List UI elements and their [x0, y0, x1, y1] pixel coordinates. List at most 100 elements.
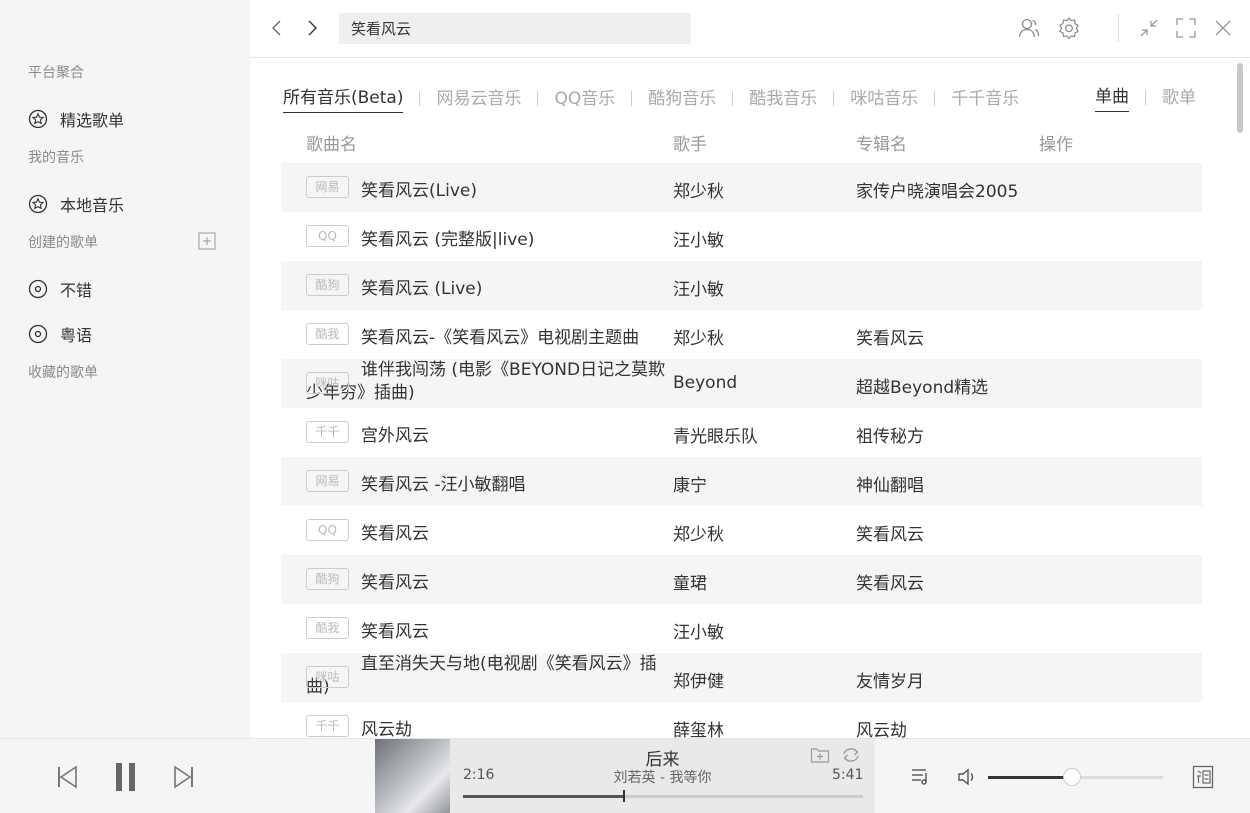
album-cell[interactable]: 超越Beyond精选: [856, 373, 988, 398]
artist-cell[interactable]: 汪小敏: [673, 275, 724, 300]
add-to-playlist-icon[interactable]: [810, 746, 830, 764]
tab-divider: [419, 90, 421, 106]
source-badge: 网易: [306, 470, 349, 492]
artist-cell[interactable]: 汪小敏: [673, 618, 724, 643]
minimize-icon[interactable]: [1137, 16, 1161, 40]
song-title-cell: 笑看风云: [361, 622, 429, 642]
next-track-icon[interactable]: [173, 765, 195, 789]
volume-fill: [988, 776, 1072, 779]
gear-icon[interactable]: [1057, 16, 1081, 40]
search-input[interactable]: [339, 13, 691, 44]
section-favorite: 收藏的歌单: [28, 365, 98, 381]
tab-kuwo[interactable]: 酷我音乐: [749, 84, 817, 113]
forward-arrow-icon[interactable]: [302, 18, 322, 38]
sidebar: 平台聚合 精选歌单 我的音乐 本地音乐 创建的歌单 不错 粤语 收藏的歌单: [0, 0, 250, 738]
album-cell[interactable]: 家传户晓演唱会2005: [856, 177, 1018, 202]
source-tabs: 所有音乐(Beta) 网易云音乐 QQ音乐 酷狗音乐 酷我音乐 咪咕音乐 千千音…: [283, 82, 1019, 114]
table-row[interactable]: 笑看风云 QQ 郑少秋 笑看风云: [281, 506, 1202, 555]
tab-qianqian[interactable]: 千千音乐: [951, 84, 1019, 113]
now-playing: 后来 刘若英 - 我等你 2:16 5:41: [375, 739, 875, 813]
song-title-cell: 笑看风云 (Live): [361, 279, 483, 299]
source-badge: 咪咕: [306, 666, 349, 688]
source-badge: 酷我: [306, 323, 349, 345]
artist-cell[interactable]: 汪小敏: [673, 226, 724, 251]
album-cover[interactable]: [375, 739, 450, 813]
artist-cell[interactable]: 郑少秋: [673, 520, 724, 545]
app-window: 平台聚合 精选歌单 我的音乐 本地音乐 创建的歌单 不错 粤语 收藏的歌单 笑看…: [0, 0, 1250, 813]
table-row[interactable]: 笑看风云-《笑看风云》电视剧主题曲 酷我 郑少秋 笑看风云: [281, 310, 1202, 359]
artist-cell[interactable]: 青光眼乐队: [673, 422, 758, 447]
table-row[interactable]: 笑看风云 酷狗 童珺 笑看风云: [281, 555, 1202, 604]
repeat-icon[interactable]: [841, 746, 861, 764]
progress-handle[interactable]: [623, 790, 625, 802]
sidebar-item-label: 粤语: [60, 326, 93, 345]
close-icon[interactable]: [1211, 16, 1235, 40]
tab-divider: [631, 90, 633, 106]
pause-icon[interactable]: [114, 761, 138, 793]
table-row[interactable]: 直至消失天与地(电视剧《笑看风云》插曲) 咪咕 郑伊健 友情岁月: [281, 653, 1202, 702]
playlist-icon[interactable]: [910, 766, 932, 786]
sidebar-playlist-item[interactable]: 粤语: [28, 322, 92, 346]
source-badge: 酷我: [306, 617, 349, 639]
album-cell[interactable]: 笑看风云: [856, 324, 924, 349]
tab-songs[interactable]: 单曲: [1095, 82, 1129, 112]
user-icon[interactable]: [1017, 16, 1041, 40]
song-title-cell: 宫外风云: [361, 426, 429, 446]
table-row[interactable]: 谁伴我闯荡 (电影《BEYOND日记之莫欺少年穷》插曲) 咪咕 Beyond 超越Be…: [281, 359, 1202, 408]
source-badge: QQ: [306, 519, 349, 541]
total-time: 5:41: [832, 767, 864, 783]
lyrics-icon[interactable]: [1192, 765, 1214, 789]
previous-track-icon[interactable]: [56, 765, 78, 789]
artist-cell[interactable]: 郑少秋: [673, 177, 724, 202]
album-cell[interactable]: 笑看风云: [856, 569, 924, 594]
song-title-cell: 笑看风云-《笑看风云》电视剧主题曲: [361, 328, 640, 348]
table-row[interactable]: 笑看风云 (Live) 酷狗 汪小敏: [281, 261, 1202, 310]
song-title-cell: 谁伴我闯荡 (电影《BEYOND日记之莫欺少年穷》插曲): [306, 360, 666, 403]
table-row[interactable]: 笑看风云 (完整版|live) QQ 汪小敏: [281, 212, 1202, 261]
column-header-artist: 歌手: [673, 135, 707, 155]
artist-cell[interactable]: 康宁: [673, 471, 707, 496]
album-cell[interactable]: 神仙翻唱: [856, 471, 924, 496]
volume-slider[interactable]: [988, 768, 1163, 786]
disc-icon: [28, 324, 48, 344]
progress-bar[interactable]: [463, 790, 863, 802]
maximize-icon[interactable]: [1174, 16, 1198, 40]
artist-cell[interactable]: 郑伊健: [673, 667, 724, 692]
sidebar-item-featured[interactable]: 精选歌单: [28, 107, 124, 131]
tab-all-music[interactable]: 所有音乐(Beta): [283, 83, 404, 113]
column-header-title: 歌曲名: [306, 135, 357, 155]
artist-cell[interactable]: 郑少秋: [673, 324, 724, 349]
volume-icon[interactable]: [957, 767, 979, 787]
table-row[interactable]: 宫外风云 千千 青光眼乐队 祖传秘方: [281, 408, 1202, 457]
source-badge: 酷狗: [306, 568, 349, 590]
tab-qq[interactable]: QQ音乐: [554, 84, 615, 113]
sidebar-playlist-item[interactable]: 不错: [28, 277, 92, 301]
table-row[interactable]: 笑看风云(Live) 网易 郑少秋 家传户晓演唱会2005: [281, 163, 1202, 212]
tab-divider: [537, 90, 539, 106]
song-title-cell: 笑看风云(Live): [361, 181, 477, 201]
tab-playlists[interactable]: 歌单: [1162, 83, 1196, 112]
volume-handle[interactable]: [1063, 768, 1081, 786]
album-cell[interactable]: 笑看风云: [856, 520, 924, 545]
top-bar: [250, 0, 1250, 58]
artist-cell[interactable]: 童珺: [673, 569, 707, 594]
tab-divider: [1145, 89, 1146, 105]
tab-kugou[interactable]: 酷狗音乐: [648, 84, 716, 113]
back-arrow-icon[interactable]: [267, 18, 287, 38]
add-playlist-icon[interactable]: [198, 232, 216, 250]
album-cell[interactable]: 祖传秘方: [856, 422, 924, 447]
sidebar-item-local[interactable]: 本地音乐: [28, 192, 124, 216]
song-title-cell: 风云劫: [361, 720, 412, 740]
artist-cell[interactable]: Beyond: [673, 373, 737, 393]
toolbar-divider: [1118, 14, 1119, 42]
disc-icon: [28, 279, 48, 299]
song-subtitle: 刘若英 - 我等你: [613, 770, 712, 786]
table-row[interactable]: 笑看风云 酷我 汪小敏: [281, 604, 1202, 653]
song-title-cell: 笑看风云 (完整版|live): [361, 230, 535, 250]
tab-migu[interactable]: 咪咕音乐: [850, 84, 918, 113]
album-cell[interactable]: 友情岁月: [856, 667, 924, 692]
current-time: 2:16: [463, 767, 495, 783]
scrollbar-thumb[interactable]: [1237, 63, 1243, 133]
tab-netease[interactable]: 网易云音乐: [436, 84, 521, 113]
table-row[interactable]: 笑看风云 -汪小敏翻唱 网易 康宁 神仙翻唱: [281, 457, 1202, 506]
